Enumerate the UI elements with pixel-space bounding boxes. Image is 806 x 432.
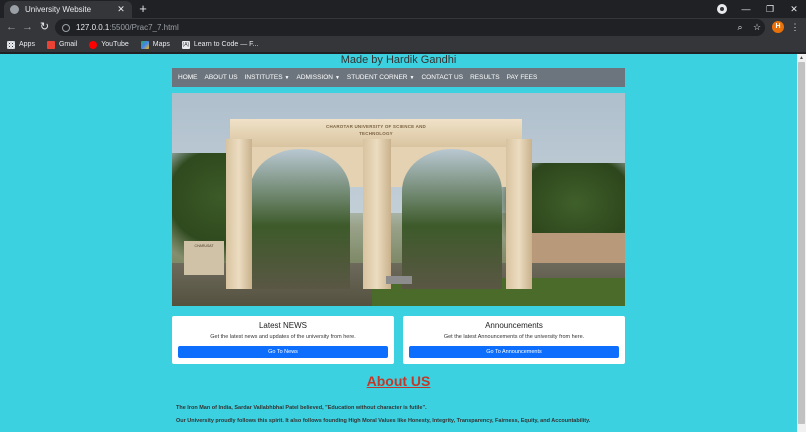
browser-toolbar: ← → ↻ 127.0.0.1 :5500/Prac7_7.html ⌕ ☆ H… <box>0 18 806 37</box>
avatar[interactable]: H <box>772 21 784 33</box>
about-paragraph: The Iron Man of India, Sardar Vallabhbha… <box>176 405 427 411</box>
bookmark-label: Apps <box>19 41 35 48</box>
youtube-icon <box>89 40 98 49</box>
arch-pillar <box>226 139 252 289</box>
arch-pillar <box>506 139 532 289</box>
bookmark-freecodecamp[interactable]: (A) Learn to Code — F... <box>181 40 259 49</box>
forward-arrow-icon[interactable]: → <box>20 20 35 35</box>
info-icon[interactable] <box>62 23 70 32</box>
back-arrow-icon[interactable]: ← <box>4 20 19 35</box>
site-navbar: HOME ABOUT US INSTITUTES ▼ ADMISSION ▼ STU… <box>172 68 625 87</box>
tab-title: University Website <box>25 5 92 14</box>
tab-close-icon[interactable]: ✕ <box>116 4 126 15</box>
bookmark-gmail[interactable]: Gmail <box>46 40 78 49</box>
arch-pillar <box>363 139 391 289</box>
hero-plaque: CHARUSAT <box>184 241 224 275</box>
caret-down-icon: ▼ <box>334 75 340 81</box>
bookmark-apps[interactable]: Apps <box>7 40 35 49</box>
page-scrollbar[interactable]: ▲ <box>797 54 806 432</box>
nav-contact-us[interactable]: CONTACT US <box>421 74 463 81</box>
bookmark-maps[interactable]: Maps <box>140 40 170 49</box>
nav-institutes[interactable]: INSTITUTES ▼ <box>245 74 290 81</box>
bookmark-youtube[interactable]: YouTube <box>89 40 129 49</box>
apps-grid-icon <box>7 40 15 49</box>
card-text: Get the latest Announcements of the univ… <box>443 334 585 340</box>
url-host: 127.0.0.1 <box>76 23 110 32</box>
maps-icon <box>140 40 149 49</box>
nav-admission[interactable]: ADMISSION ▼ <box>296 74 339 81</box>
hero-image: CHAROTAR UNIVERSITY OF SCIENCE AND TECHN… <box>172 93 625 306</box>
arch-sign: CHAROTAR UNIVERSITY OF SCIENCE AND TECHN… <box>326 124 426 136</box>
page-viewport: Made by Hardik Gandhi HOME ABOUT US INST… <box>0 54 797 432</box>
news-card: Latest NEWS Get the latest news and upda… <box>172 316 394 364</box>
bookmark-star-icon[interactable]: ☆ <box>751 21 763 33</box>
announcements-card: Announcements Get the latest Announcemen… <box>403 316 625 364</box>
close-window-button[interactable]: ✕ <box>784 2 804 16</box>
zoom-search-icon[interactable]: ⌕ <box>734 21 746 33</box>
nav-results[interactable]: RESULTS <box>470 74 500 81</box>
go-to-news-button[interactable]: Go To News <box>178 346 388 358</box>
bookmark-label: YouTube <box>101 41 129 48</box>
hero-sign-board <box>386 276 412 284</box>
caret-down-icon: ▼ <box>284 75 290 81</box>
go-to-announcements-button[interactable]: Go To Announcements <box>409 346 619 358</box>
gmail-icon <box>46 40 55 49</box>
address-bar[interactable]: 127.0.0.1 :5500/Prac7_7.html <box>55 19 765 36</box>
nav-about-us[interactable]: ABOUT US <box>205 74 238 81</box>
card-text: Get the latest news and updates of the u… <box>210 334 356 340</box>
arch-opening-left <box>250 149 350 289</box>
minimize-button[interactable]: — <box>736 2 756 16</box>
browser-titlebar: University Website ✕ + — ❐ ✕ <box>0 0 806 18</box>
url-path: :5500/Prac7_7.html <box>109 23 179 32</box>
freecodecamp-icon: (A) <box>181 40 190 49</box>
about-us-heading: About US <box>366 373 431 389</box>
globe-icon <box>10 5 19 14</box>
nav-pay-fees[interactable]: PAY FEES <box>507 74 538 81</box>
card-title: Latest NEWS <box>258 321 307 330</box>
bookmarks-bar: Apps Gmail YouTube Maps (A) Learn to Cod… <box>0 37 806 53</box>
chrome-profile-icon[interactable] <box>717 4 727 14</box>
university-gate-arch: CHAROTAR UNIVERSITY OF SCIENCE AND TECHN… <box>220 119 532 289</box>
browser-tab[interactable]: University Website ✕ <box>4 1 132 18</box>
nav-student-corner[interactable]: STUDENT CORNER ▼ <box>347 74 415 81</box>
reload-icon[interactable]: ↻ <box>37 20 52 35</box>
about-paragraph: Our University proudly follows this spir… <box>176 418 591 424</box>
page-title: Made by Hardik Gandhi <box>340 54 457 66</box>
bookmark-label: Learn to Code — F... <box>193 41 259 48</box>
caret-down-icon: ▼ <box>409 75 415 81</box>
nav-home[interactable]: HOME <box>178 74 198 81</box>
arch-opening-right <box>402 149 502 289</box>
chrome-menu-icon[interactable]: ⋮ <box>790 21 800 33</box>
card-title: Announcements <box>485 321 543 330</box>
maximize-button[interactable]: ❐ <box>760 2 780 16</box>
scrollbar-thumb[interactable] <box>798 62 805 424</box>
scroll-up-icon[interactable]: ▲ <box>797 54 806 62</box>
bookmark-label: Gmail <box>58 41 78 48</box>
bookmark-label: Maps <box>152 41 170 48</box>
new-tab-button[interactable]: + <box>136 1 150 17</box>
